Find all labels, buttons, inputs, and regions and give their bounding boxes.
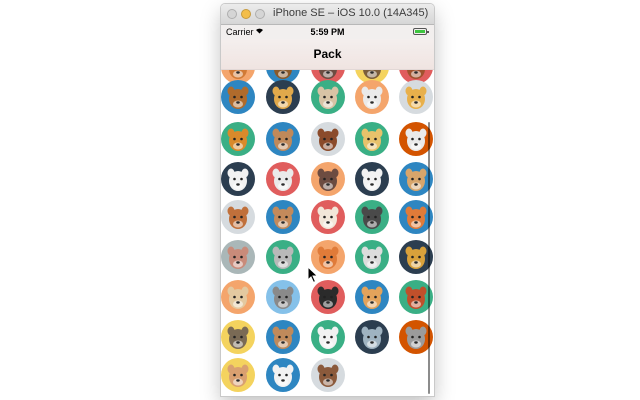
animal-icon-ram[interactable]: [355, 200, 389, 234]
clock-label: 5:59 PM: [310, 27, 345, 37]
animal-icon-coyote[interactable]: [266, 320, 300, 354]
animal-icon-pug[interactable]: [221, 280, 255, 314]
animal-icon-giraffe[interactable]: [399, 80, 433, 114]
window-titlebar[interactable]: iPhone SE – iOS 10.0 (14A345): [221, 4, 434, 25]
animal-icon-jaguar[interactable]: [355, 122, 389, 156]
animal-icon-otter[interactable]: [311, 358, 345, 392]
nav-title: Pack: [313, 47, 342, 61]
animal-grid[interactable]: [221, 70, 434, 396]
animal-icon-koala[interactable]: [266, 240, 300, 274]
animal-icon-zebra[interactable]: [355, 80, 389, 114]
window-title: iPhone SE – iOS 10.0 (14A345): [273, 7, 429, 19]
animal-icon-dog[interactable]: [355, 162, 389, 196]
battery-icon: [413, 28, 429, 35]
animal-icon-bear[interactable]: [311, 162, 345, 196]
animal-icon-polar-bear[interactable]: [221, 162, 255, 196]
animal-icon-lemur[interactable]: [355, 240, 389, 274]
animal-icon-spaniel[interactable]: [311, 200, 345, 234]
scroll-indicator[interactable]: [428, 122, 430, 394]
animal-icon-bull[interactable]: [266, 122, 300, 156]
animal-icon-horse[interactable]: [311, 122, 345, 156]
animal-icon-lion[interactable]: [221, 122, 255, 156]
animal-icon-hyena[interactable]: [221, 320, 255, 354]
navigation-bar: Pack: [221, 39, 434, 70]
close-window-button[interactable]: [227, 9, 237, 19]
animal-icon-wolf[interactable]: [266, 280, 300, 314]
simulator-window: iPhone SE – iOS 10.0 (14A345) Carrier 5:…: [221, 4, 434, 396]
minimize-window-button[interactable]: [241, 9, 251, 19]
animal-icon-penguin[interactable]: [311, 280, 345, 314]
animal-icon-hippo[interactable]: [221, 240, 255, 274]
mouse-pointer-icon: [307, 266, 319, 284]
animal-icon-shark[interactable]: [355, 320, 389, 354]
animal-icon-antelope[interactable]: [266, 162, 300, 196]
zoom-window-button[interactable]: [255, 9, 265, 19]
ios-status-bar: Carrier 5:59 PM: [221, 25, 434, 39]
animal-icon-retriever[interactable]: [355, 280, 389, 314]
animal-icon-cheetah[interactable]: [266, 80, 300, 114]
animal-icon-kangaroo[interactable]: [266, 200, 300, 234]
animal-icon-deer[interactable]: [221, 80, 255, 114]
animal-icon-hamster[interactable]: [221, 358, 255, 392]
animal-icon-calf[interactable]: [266, 358, 300, 392]
animal-icon-monkey[interactable]: [221, 200, 255, 234]
animal-icon-cow[interactable]: [311, 320, 345, 354]
animal-icon-goat[interactable]: [311, 80, 345, 114]
